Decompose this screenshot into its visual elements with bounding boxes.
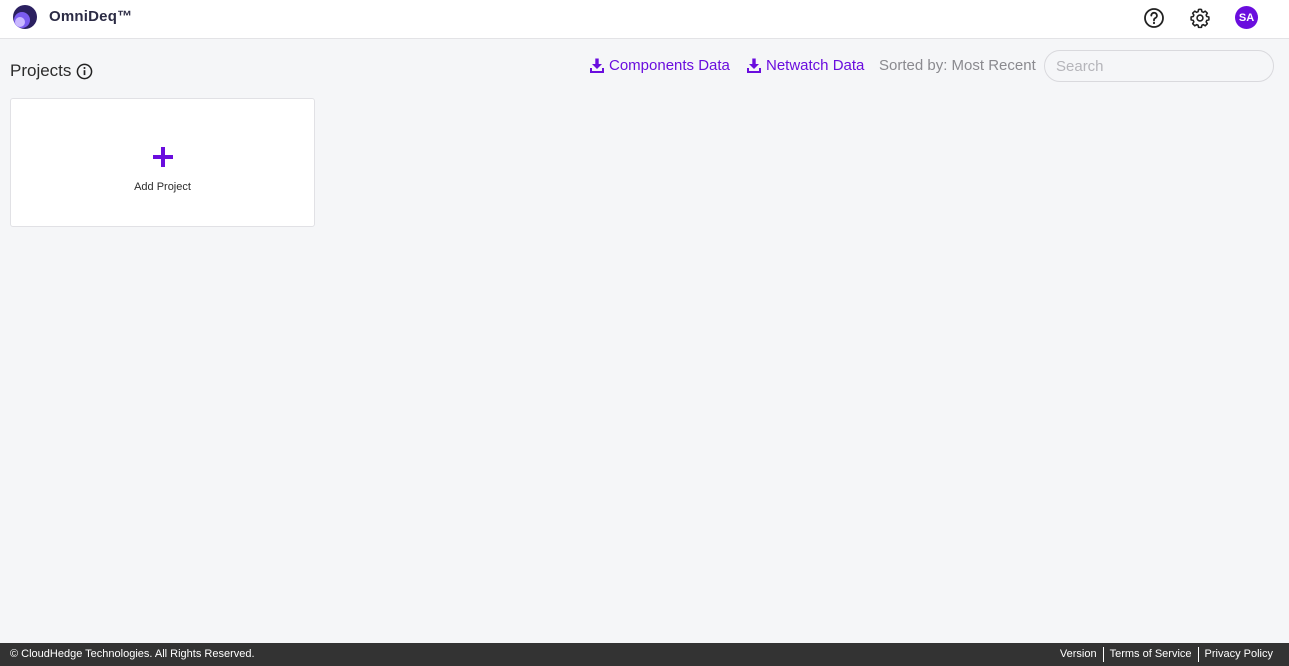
help-icon[interactable] [1143, 7, 1165, 29]
plus-icon [153, 147, 173, 167]
netwatch-data-download-link[interactable]: Netwatch Data [747, 57, 864, 74]
version-link[interactable]: Version [1054, 647, 1103, 662]
add-project-card[interactable]: Add Project [10, 98, 315, 227]
add-project-label: Add Project [134, 181, 191, 193]
netwatch-data-label: Netwatch Data [766, 57, 865, 74]
search-input[interactable] [1044, 50, 1274, 82]
brand-name[interactable]: OmniDeq™ [49, 8, 132, 25]
sort-selector[interactable]: Sorted by: Most Recent [879, 57, 1036, 74]
download-icon [590, 58, 604, 73]
page-title-text: Projects [10, 61, 72, 80]
copyright-text: © CloudHedge Technologies. All Rights Re… [10, 648, 255, 660]
components-data-label: Components Data [609, 57, 730, 74]
page-title: Projects [10, 61, 93, 81]
top-bar: OmniDeq™ SA [0, 0, 1289, 39]
terms-of-service-link[interactable]: Terms of Service [1102, 647, 1198, 662]
omnideq-logo[interactable] [12, 4, 38, 30]
privacy-policy-link[interactable]: Privacy Policy [1197, 647, 1279, 662]
download-icon [747, 58, 761, 73]
gear-icon[interactable] [1189, 7, 1211, 29]
user-avatar[interactable]: SA [1235, 6, 1258, 29]
components-data-download-link[interactable]: Components Data [590, 57, 730, 74]
footer-links: Version Terms of Service Privacy Policy [1054, 647, 1279, 662]
info-icon[interactable] [76, 63, 93, 80]
footer: © CloudHedge Technologies. All Rights Re… [0, 643, 1289, 666]
